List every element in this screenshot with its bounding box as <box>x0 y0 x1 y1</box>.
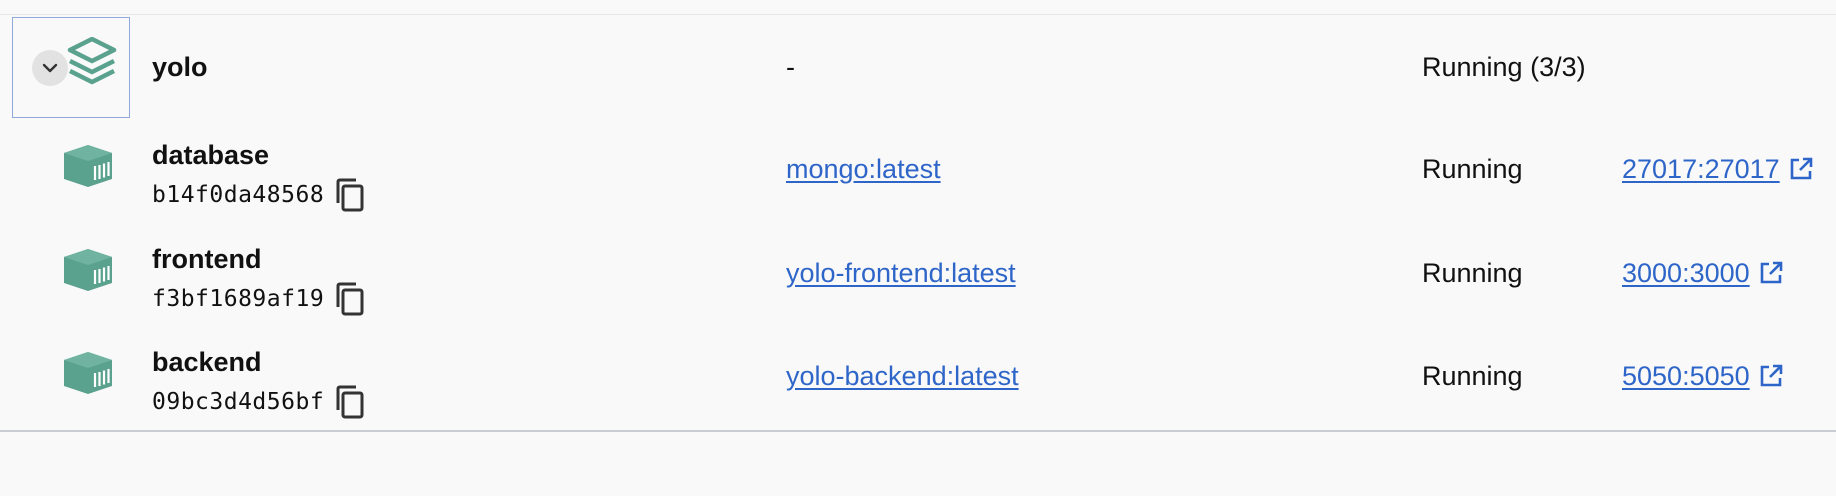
container-id-text: b14f0da48568 <box>152 182 325 208</box>
container-id: b14f0da48568 <box>152 177 366 213</box>
container-status: Running <box>1422 258 1523 288</box>
group-row-yolo[interactable]: yolo - Running (3/3) <box>0 16 1836 120</box>
container-cube-icon <box>64 145 112 187</box>
top-divider <box>0 14 1836 15</box>
container-image-link[interactable]: mongo:latest <box>786 152 941 186</box>
container-cube-icon <box>64 249 112 291</box>
copy-icon[interactable] <box>334 281 366 317</box>
port-link[interactable]: 3000:3000 <box>1622 256 1750 290</box>
compose-stack-list: yolo - Running (3/3) database b14f0da485… <box>0 0 1836 496</box>
container-id-text: f3bf1689af19 <box>152 286 325 312</box>
port-mapping[interactable]: 3000:3000 <box>1622 256 1784 290</box>
container-name[interactable]: frontend <box>152 242 261 276</box>
bottom-divider <box>0 430 1836 432</box>
copy-icon[interactable] <box>334 177 366 213</box>
container-row[interactable]: backend 09bc3d4d56bf yolo-backend:latest… <box>0 337 1836 441</box>
container-id: f3bf1689af19 <box>152 281 366 317</box>
stack-layers-icon <box>67 37 117 85</box>
group-status: Running (3/3) <box>1422 52 1586 82</box>
chevron-down-icon <box>42 63 58 73</box>
expand-toggle-button[interactable] <box>32 50 68 86</box>
external-link-icon[interactable] <box>1788 156 1814 182</box>
container-name[interactable]: database <box>152 138 269 172</box>
external-link-icon[interactable] <box>1758 363 1784 389</box>
group-image: - <box>786 52 795 82</box>
container-image-link[interactable]: yolo-frontend:latest <box>786 256 1016 290</box>
port-mapping[interactable]: 5050:5050 <box>1622 359 1784 393</box>
port-mapping[interactable]: 27017:27017 <box>1622 152 1814 186</box>
container-name[interactable]: backend <box>152 345 262 379</box>
container-status: Running <box>1422 361 1523 391</box>
container-image-link[interactable]: yolo-backend:latest <box>786 359 1019 393</box>
container-row[interactable]: frontend f3bf1689af19 yolo-frontend:late… <box>0 234 1836 338</box>
port-link[interactable]: 5050:5050 <box>1622 359 1750 393</box>
copy-icon[interactable] <box>334 384 366 420</box>
container-row[interactable]: database b14f0da48568 mongo:latest Runni… <box>0 130 1836 234</box>
port-link[interactable]: 27017:27017 <box>1622 152 1780 186</box>
container-id: 09bc3d4d56bf <box>152 384 366 420</box>
container-status: Running <box>1422 154 1523 184</box>
external-link-icon[interactable] <box>1758 260 1784 286</box>
group-name[interactable]: yolo <box>152 50 208 84</box>
container-cube-icon <box>64 352 112 394</box>
container-id-text: 09bc3d4d56bf <box>152 389 325 415</box>
